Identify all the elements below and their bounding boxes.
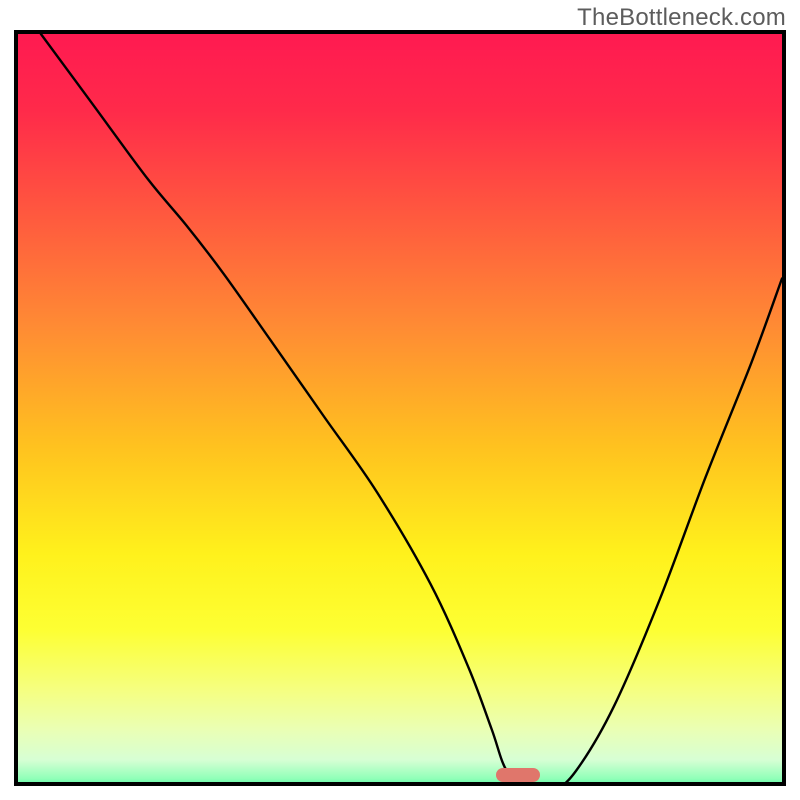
chart-container: TheBottleneck.com xyxy=(0,0,800,800)
curve-layer xyxy=(18,34,782,786)
watermark-text: TheBottleneck.com xyxy=(577,4,786,32)
plot-frame xyxy=(14,30,786,786)
bottleneck-curve xyxy=(41,34,782,786)
optimum-marker xyxy=(496,768,540,782)
